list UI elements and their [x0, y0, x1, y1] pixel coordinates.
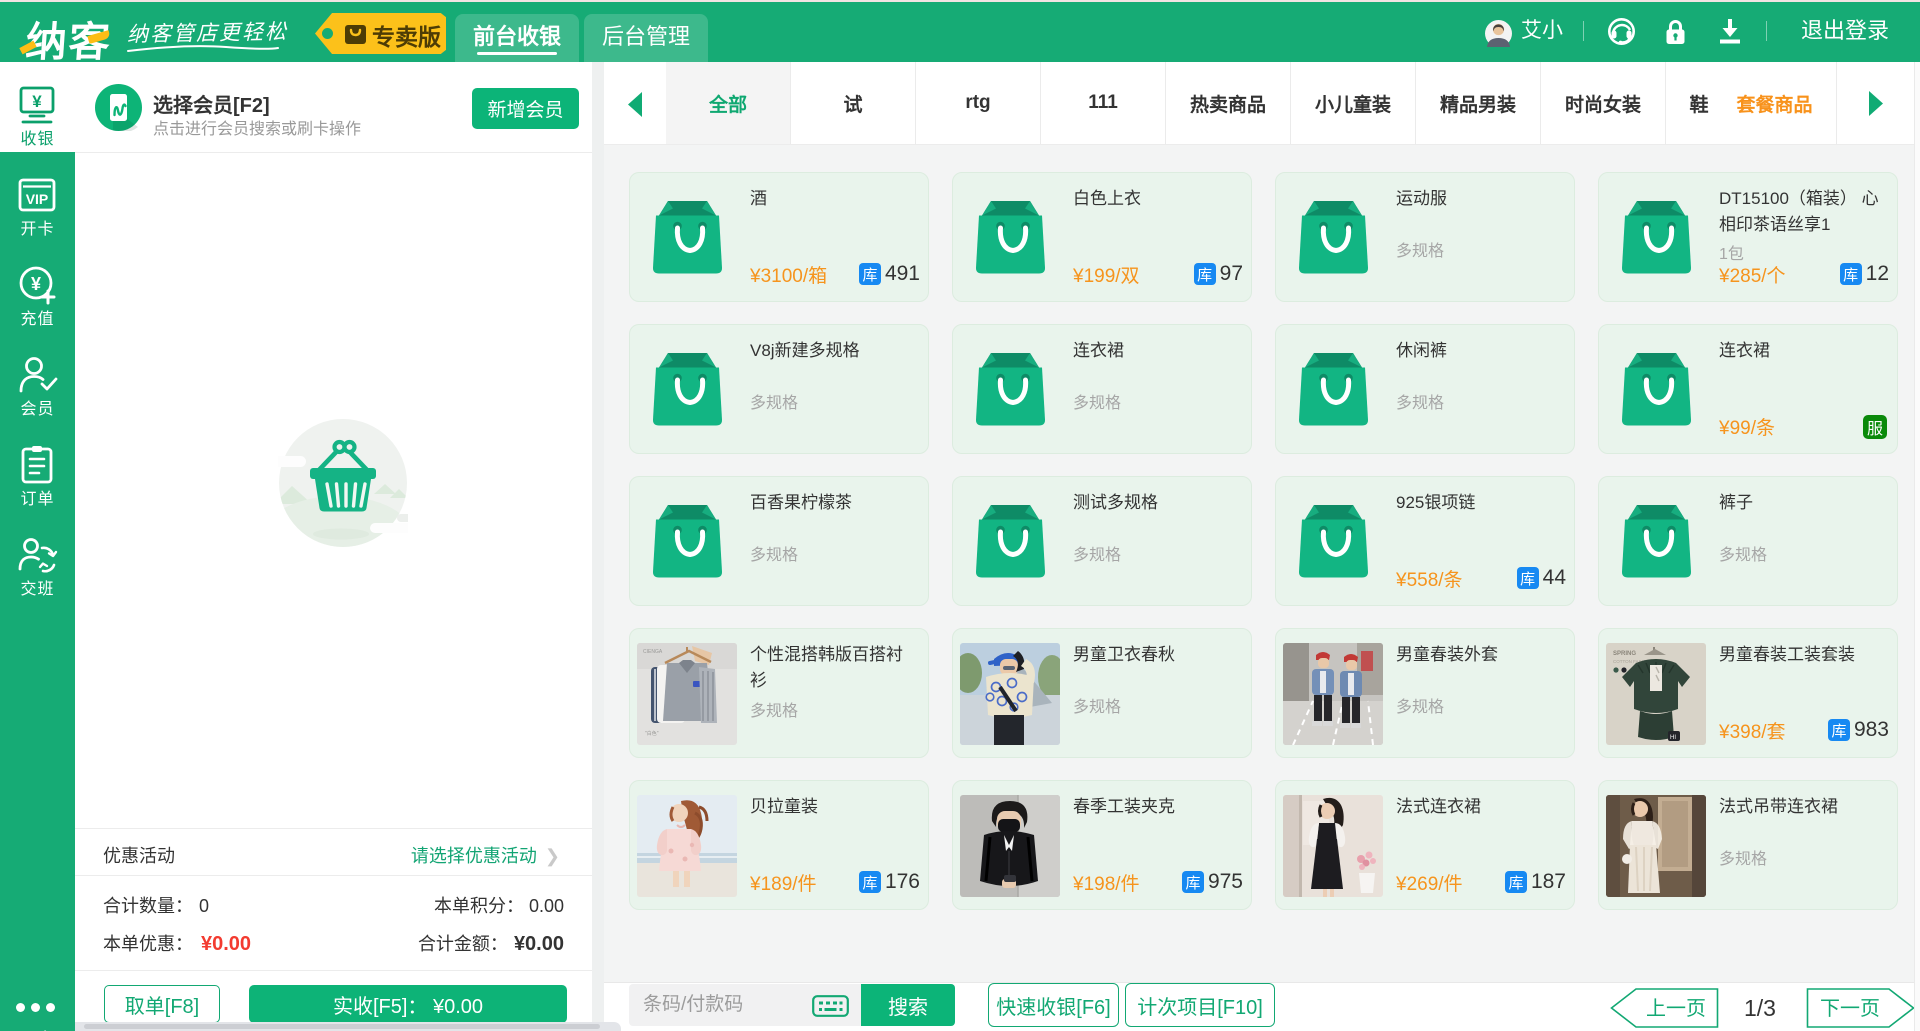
svg-text:SPRING: SPRING [1613, 651, 1636, 657]
svg-text:¥: ¥ [32, 92, 42, 111]
svg-text:¥: ¥ [31, 274, 41, 294]
svg-text:上一页: 上一页 [1646, 997, 1706, 1020]
svg-text:HI: HI [1670, 735, 1676, 741]
svg-text:"白色": "白色" [645, 730, 659, 737]
svg-text:VIP: VIP [26, 191, 49, 207]
svg-text:CIENGA: CIENGA [643, 649, 663, 655]
svg-text:下一页: 下一页 [1820, 998, 1880, 1020]
